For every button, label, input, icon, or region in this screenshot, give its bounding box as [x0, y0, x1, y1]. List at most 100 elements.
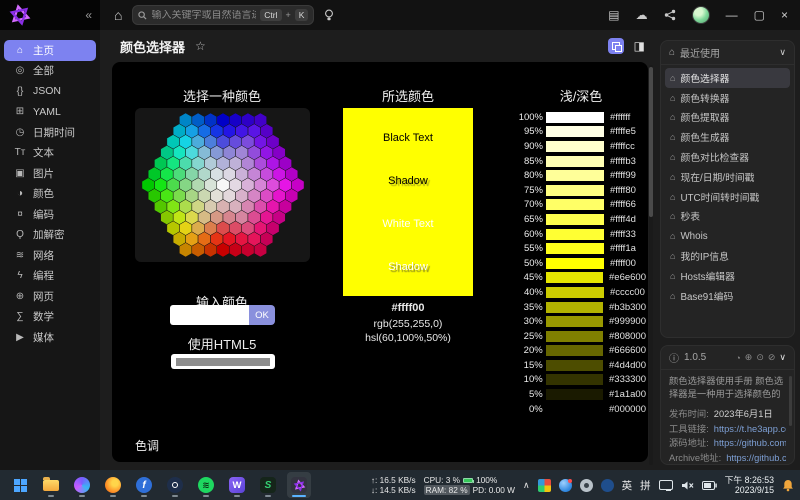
touch-keyboard-icon[interactable] — [659, 480, 673, 490]
shade-swatch — [546, 141, 604, 152]
sidebar-item-label: 日期时间 — [33, 125, 75, 140]
chevron-down-icon[interactable]: ∨ — [779, 47, 786, 58]
hidden-icons-chevron[interactable]: ∧ — [523, 480, 530, 491]
start-button-icon[interactable] — [8, 472, 32, 498]
sidebar-item-YAML[interactable]: ⊞YAML — [4, 102, 96, 123]
shade-hex: #ffff33 — [610, 229, 636, 240]
sidebar-item-颜色[interactable]: ◑颜色 — [4, 184, 96, 205]
he3-logo-icon — [6, 1, 34, 29]
info-panel-header[interactable]: ⓘ 1.0.5 ◔ ⊕ ⊙ ⊘ ∨ — [661, 346, 794, 370]
shade-swatch — [546, 156, 604, 167]
home-icon[interactable]: ⌂ — [114, 7, 122, 23]
maximize-button[interactable]: ▢ — [754, 8, 765, 22]
recent-item-Whois[interactable]: ⌂Whois — [665, 226, 790, 246]
he3-taskbar-icon[interactable] — [287, 472, 311, 498]
clock-time: 下午 8:26:53 — [725, 475, 774, 486]
history-icon[interactable]: ◔ — [735, 353, 740, 363]
close-button[interactable]: × — [781, 8, 788, 22]
sidebar-item-媒体[interactable]: ▶媒体 — [4, 327, 96, 348]
network-speed-monitor[interactable]: ↑: 16.5 KB/s ↓: 14.5 KB/s — [371, 475, 416, 495]
sidebar-collapse-icon[interactable]: « — [85, 8, 92, 22]
recent-item-Hosts编辑器[interactable]: ⌂Hosts编辑器 — [665, 266, 790, 286]
battery-tray-icon[interactable] — [702, 481, 717, 490]
recent-item-我的IP信息[interactable]: ⌂我的IP信息 — [665, 246, 790, 266]
file-explorer-icon[interactable] — [39, 472, 63, 498]
info-scrollbar[interactable] — [789, 376, 792, 426]
cloud-sync-icon[interactable]: ☁ — [636, 8, 648, 22]
recent-item-UTC时间转时间戳[interactable]: ⌂UTC时间转时间戳 — [665, 187, 790, 207]
search-input[interactable] — [151, 10, 256, 21]
steam-tray-icon[interactable] — [580, 479, 593, 492]
recent-item-颜色选择器[interactable]: ⌂颜色选择器 — [665, 68, 790, 88]
lightbulb-icon[interactable] — [324, 9, 334, 22]
taskbar-apps: f ≋ W S — [0, 472, 311, 498]
shade-percent: 35% — [516, 302, 546, 313]
taskbar-clock[interactable]: 下午 8:26:53 2023/9/15 — [725, 475, 774, 496]
license-icon[interactable]: ⊘ — [768, 352, 776, 363]
ime-pinyin-indicator[interactable]: 拼 — [640, 478, 651, 493]
blue-app-icon[interactable]: f — [132, 472, 156, 498]
sidebar-item-数学[interactable]: ∑数学 — [4, 307, 96, 328]
hex-color-picker[interactable] — [135, 108, 310, 262]
recent-panel-header[interactable]: ⌂ 最近使用 ∨ — [661, 41, 794, 65]
color-text-input[interactable] — [170, 305, 249, 325]
color-grid-tray-icon[interactable] — [538, 479, 551, 492]
minimize-button[interactable]: — — [726, 8, 738, 22]
main-scrollbar-thumb[interactable] — [649, 67, 653, 217]
sidebar-item-JSON[interactable]: {}JSON — [4, 81, 96, 102]
ok-button[interactable]: OK — [249, 305, 275, 325]
sidebar-item-主页[interactable]: ⌂主页 — [4, 40, 96, 61]
copilot-icon[interactable] — [70, 472, 94, 498]
favorite-star-icon[interactable]: ☆ — [195, 39, 206, 53]
recent-item-label: Base91编码 — [680, 289, 733, 303]
recent-item-颜色生成器[interactable]: ⌂颜色生成器 — [665, 127, 790, 147]
w-app-icon[interactable]: W — [225, 472, 249, 498]
share-icon[interactable] — [664, 9, 676, 21]
speaker-muted-icon[interactable] — [681, 480, 694, 491]
upload-speed: ↑: 16.5 KB/s — [371, 475, 416, 485]
sidebar-item-网页[interactable]: ⊕网页 — [4, 286, 96, 307]
sidebar-item-编码[interactable]: ¤编码 — [4, 204, 96, 225]
sidebar-item-加解密[interactable]: Ϙ加解密 — [4, 225, 96, 246]
info-row-link[interactable]: https://github.com... — [714, 436, 786, 451]
recent-item-Base91编码[interactable]: ⌂Base91编码 — [665, 286, 790, 306]
info-row-link[interactable]: https://t.he3app.co... — [714, 422, 786, 437]
website-icon[interactable]: ⊕ — [745, 352, 753, 363]
tool-icon: ⌂ — [670, 251, 675, 261]
spotify-icon[interactable]: ≋ — [194, 472, 218, 498]
browser-tray-icon[interactable] — [559, 479, 572, 492]
steam-icon[interactable] — [163, 472, 187, 498]
recent-item-颜色对比检查器[interactable]: ⌂颜色对比检查器 — [665, 147, 790, 167]
pin-tool-badge[interactable] — [608, 38, 624, 54]
recent-item-颜色转换器[interactable]: ⌂颜色转换器 — [665, 88, 790, 108]
system-stats-monitor[interactable]: CPU: 3 % 100% RAM: 82 % PD: 0.00 W — [424, 475, 515, 495]
global-search[interactable]: Ctrl + K — [132, 5, 314, 25]
user-avatar[interactable] — [692, 6, 710, 24]
recent-item-label: 颜色生成器 — [680, 130, 729, 144]
sidebar-item-文本[interactable]: Tт文本 — [4, 143, 96, 164]
ime-english-indicator[interactable]: 英 — [622, 478, 633, 493]
sidebar-item-全部[interactable]: ◎全部 — [4, 61, 96, 82]
firefox-icon[interactable] — [101, 472, 125, 498]
sidebar-item-网络[interactable]: ≋网络 — [4, 245, 96, 266]
info-row-link[interactable]: https://github.com... — [726, 451, 786, 466]
app-tray-icon[interactable] — [601, 479, 614, 492]
recent-item-秒表[interactable]: ⌂秒表 — [665, 207, 790, 227]
changelog-icon[interactable]: ▤ — [608, 8, 619, 22]
recent-item-颜色提取器[interactable]: ⌂颜色提取器 — [665, 108, 790, 128]
sidebar-item-编程[interactable]: ϟ编程 — [4, 266, 96, 287]
hex-color-grid[interactable] — [139, 112, 307, 258]
html5-color-input[interactable] — [171, 354, 275, 369]
main-scrollbar[interactable] — [649, 65, 653, 465]
notification-bell-icon[interactable] — [782, 479, 794, 492]
sidebar-item-日期时间[interactable]: ◷日期时间 — [4, 122, 96, 143]
github-icon[interactable]: ⊙ — [756, 352, 764, 363]
shade-hex: #1a1a00 — [609, 389, 646, 400]
shade-swatch — [546, 287, 604, 298]
panel-toggle-icon[interactable]: ◨ — [634, 39, 645, 53]
recent-item-现在/日期/时间戳[interactable]: ⌂现在/日期/时间戳 — [665, 167, 790, 187]
sidebar-item-图片[interactable]: ▣图片 — [4, 163, 96, 184]
shade-swatch — [546, 258, 604, 269]
chevron-down-icon[interactable]: ∨ — [779, 352, 786, 363]
sharex-icon[interactable]: S — [256, 472, 280, 498]
